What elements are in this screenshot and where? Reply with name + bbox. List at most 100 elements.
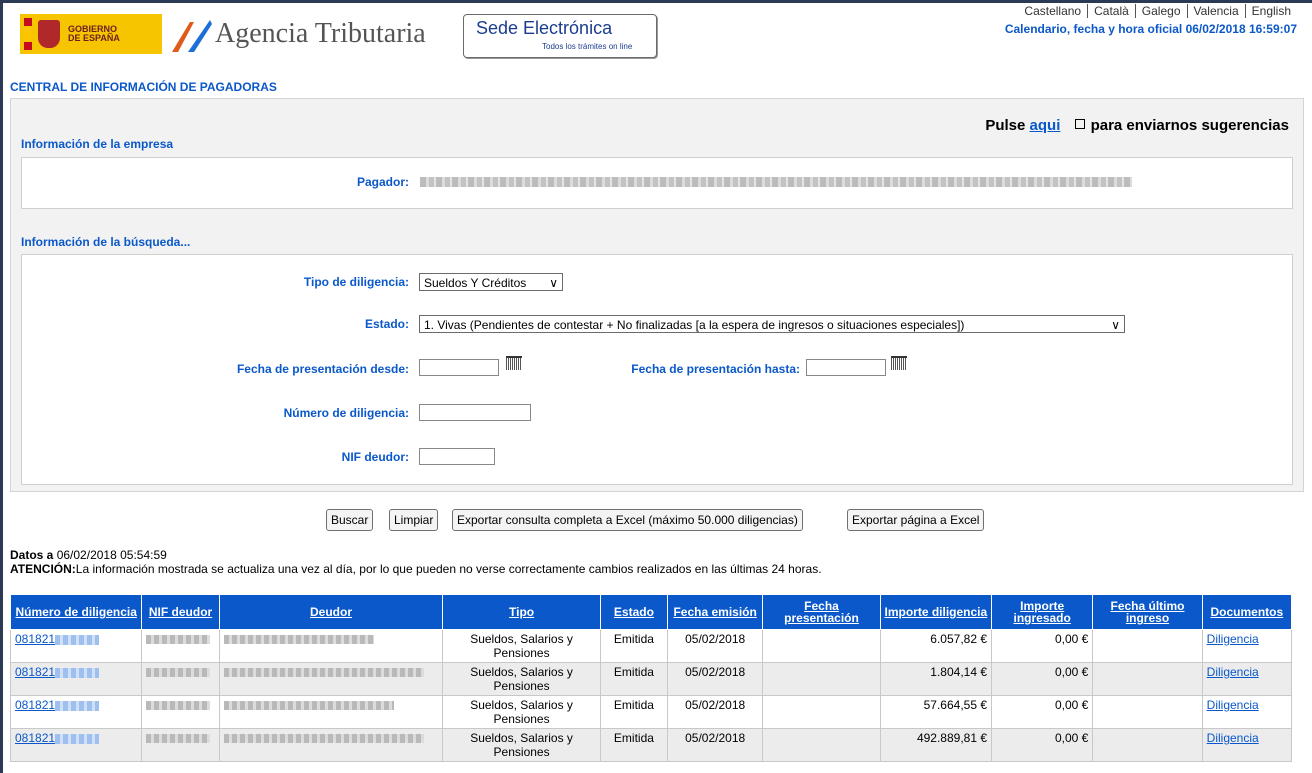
lang-catala[interactable]: Català — [1087, 4, 1135, 18]
emision-cell: 05/02/2018 — [667, 728, 764, 762]
numero-link[interactable]: 081821 — [15, 665, 55, 679]
limpiar-button[interactable]: Limpiar — [389, 509, 439, 531]
window-frame-left — [0, 0, 3, 773]
attention-text: La información mostrada se actualiza una… — [75, 562, 822, 576]
tipo-cell: Sueldos, Salarios y Pensiones — [442, 728, 601, 762]
fecha-desde-label: Fecha de presentación desde: — [236, 362, 409, 376]
col-fecha-presentacion[interactable]: Fecha presentación — [762, 594, 881, 630]
table-row: 081821 Sueldos, Salarios y Pensiones Emi… — [9, 662, 1293, 696]
importe-cell: 1.804,14 € — [879, 662, 993, 696]
col-fecha-emision[interactable]: Fecha emisión — [667, 594, 764, 630]
tipo-diligencia-label: Tipo de diligencia: — [303, 275, 409, 289]
search-panel: Pulse aqui para enviarnos sugerencias In… — [10, 98, 1304, 492]
tipo-diligencia-value: Sueldos Y Créditos — [424, 276, 527, 290]
col-tipo[interactable]: Tipo — [442, 594, 601, 630]
documentos-cell[interactable]: Diligencia — [1201, 695, 1293, 729]
col-fecha-ultimo-ingreso[interactable]: Fecha último ingreso — [1092, 594, 1203, 630]
numero-cell[interactable]: 081821 — [9, 728, 143, 762]
tipo-cell: Sueldos, Salarios y Pensiones — [442, 629, 601, 663]
sede-subtitle: Todos los trámites on line — [542, 42, 633, 51]
numero-link[interactable]: 081821 — [15, 731, 55, 745]
sede-electronica-logo[interactable]: Sede Electrónica Todos los trámites on l… — [463, 14, 657, 58]
fecha-hasta-input[interactable] — [806, 359, 886, 376]
numero-redacted — [55, 733, 100, 744]
col-deudor[interactable]: Deudor — [218, 594, 444, 630]
nif-cell — [141, 662, 220, 696]
diligencia-link[interactable]: Diligencia — [1207, 632, 1259, 646]
nif-deudor-input[interactable] — [419, 448, 495, 465]
col-importe-diligencia[interactable]: Importe diligencia — [879, 594, 993, 630]
numero-cell[interactable]: 081821 — [9, 629, 143, 663]
suggestions-link[interactable]: aqui — [1030, 117, 1061, 134]
busqueda-box: Tipo de diligencia: Sueldos Y Créditos ∨… — [21, 254, 1293, 485]
ingresado-cell: 0,00 € — [991, 629, 1094, 663]
chevron-down-icon: ∨ — [549, 276, 558, 290]
pagador-label: Pagador: — [356, 175, 409, 189]
lang-english[interactable]: English — [1244, 4, 1297, 18]
page-title: CENTRAL DE INFORMACIÓN DE PAGADORAS — [10, 80, 277, 94]
nif-redacted — [146, 668, 211, 678]
estado-label: Estado: — [364, 317, 409, 331]
buscar-button[interactable]: Buscar — [326, 509, 374, 531]
ingresado-cell: 0,00 € — [991, 728, 1094, 762]
col-importe-ingresado[interactable]: Importe ingresado — [991, 594, 1094, 630]
numero-cell[interactable]: 081821 — [9, 695, 143, 729]
data-date-label: Datos a — [10, 548, 54, 562]
lang-galego[interactable]: Galego — [1134, 4, 1187, 18]
external-link-icon — [1074, 119, 1085, 129]
ultimo-ingreso-cell — [1092, 728, 1203, 762]
agency-title[interactable]: Agencia Tributaria — [215, 18, 426, 50]
documentos-cell[interactable]: Diligencia — [1201, 662, 1293, 696]
nif-deudor-label: NIF deudor: — [341, 450, 409, 464]
spain-flag-icon — [24, 18, 32, 50]
col-numero[interactable]: Número de diligencia — [9, 594, 143, 630]
data-info: Datos a 06/02/2018 05:54:59 ATENCIÓN:La … — [10, 548, 822, 576]
export-all-excel-button[interactable]: Exportar consulta completa a Excel (máxi… — [452, 509, 803, 531]
table-row: 081821 Sueldos, Salarios y Pensiones Emi… — [9, 629, 1293, 663]
numero-link[interactable]: 081821 — [15, 698, 55, 712]
estado-cell: Emitida — [599, 728, 669, 762]
deudor-cell — [218, 662, 444, 696]
busqueda-section-title: Información de la búsqueda... — [21, 235, 191, 249]
documentos-cell[interactable]: Diligencia — [1201, 728, 1293, 762]
estado-value: 1. Vivas (Pendientes de contestar + No f… — [424, 318, 965, 332]
importe-cell: 492.889,81 € — [879, 728, 993, 762]
numero-cell[interactable]: 081821 — [9, 662, 143, 696]
results-header-row: Número de diligencia NIF deudor Deudor T… — [9, 594, 1293, 630]
fecha-desde-input[interactable] — [419, 359, 499, 376]
attention-line: ATENCIÓN:La información mostrada se actu… — [10, 562, 822, 576]
numero-redacted — [55, 667, 100, 678]
diligencia-link[interactable]: Diligencia — [1207, 698, 1259, 712]
data-date-value: 06/02/2018 05:54:59 — [56, 548, 167, 562]
lang-valencia[interactable]: Valencia — [1186, 4, 1245, 18]
calendar-hasta-icon[interactable] — [891, 356, 907, 370]
official-clock-link[interactable]: Calendario, fecha y hora oficial 06/02/2… — [1005, 22, 1297, 36]
numero-diligencia-input[interactable] — [419, 404, 531, 421]
lang-castellano[interactable]: Castellano — [1018, 4, 1087, 18]
diligencia-link[interactable]: Diligencia — [1207, 731, 1259, 745]
col-estado[interactable]: Estado — [599, 594, 669, 630]
documentos-cell[interactable]: Diligencia — [1201, 629, 1293, 663]
export-page-excel-button[interactable]: Exportar página a Excel — [847, 509, 985, 531]
importe-cell: 57.664,55 € — [879, 695, 993, 729]
diligencia-link[interactable]: Diligencia — [1207, 665, 1259, 679]
estado-cell: Emitida — [599, 695, 669, 729]
col-documentos[interactable]: Documentos — [1201, 594, 1293, 630]
tipo-diligencia-select[interactable]: Sueldos Y Créditos ∨ — [419, 273, 563, 291]
col-nif[interactable]: NIF deudor — [141, 594, 220, 630]
calendar-desde-icon[interactable] — [506, 356, 522, 370]
presentacion-cell — [762, 728, 881, 762]
deudor-cell — [218, 728, 444, 762]
pagador-value-redacted — [420, 177, 1132, 187]
sede-title: Sede Electrónica — [476, 18, 613, 38]
gobierno-logo[interactable]: GOBIERNO DE ESPAÑA — [20, 14, 162, 54]
ingresado-cell: 0,00 € — [991, 662, 1094, 696]
agencia-tributaria-logo-icon[interactable] — [170, 16, 212, 56]
emision-cell: 05/02/2018 — [667, 695, 764, 729]
tipo-cell: Sueldos, Salarios y Pensiones — [442, 695, 601, 729]
chevron-down-icon: ∨ — [1111, 318, 1120, 332]
coat-of-arms-icon — [38, 20, 60, 48]
presentacion-cell — [762, 629, 881, 663]
estado-select[interactable]: 1. Vivas (Pendientes de contestar + No f… — [419, 315, 1125, 333]
numero-link[interactable]: 081821 — [15, 632, 55, 646]
